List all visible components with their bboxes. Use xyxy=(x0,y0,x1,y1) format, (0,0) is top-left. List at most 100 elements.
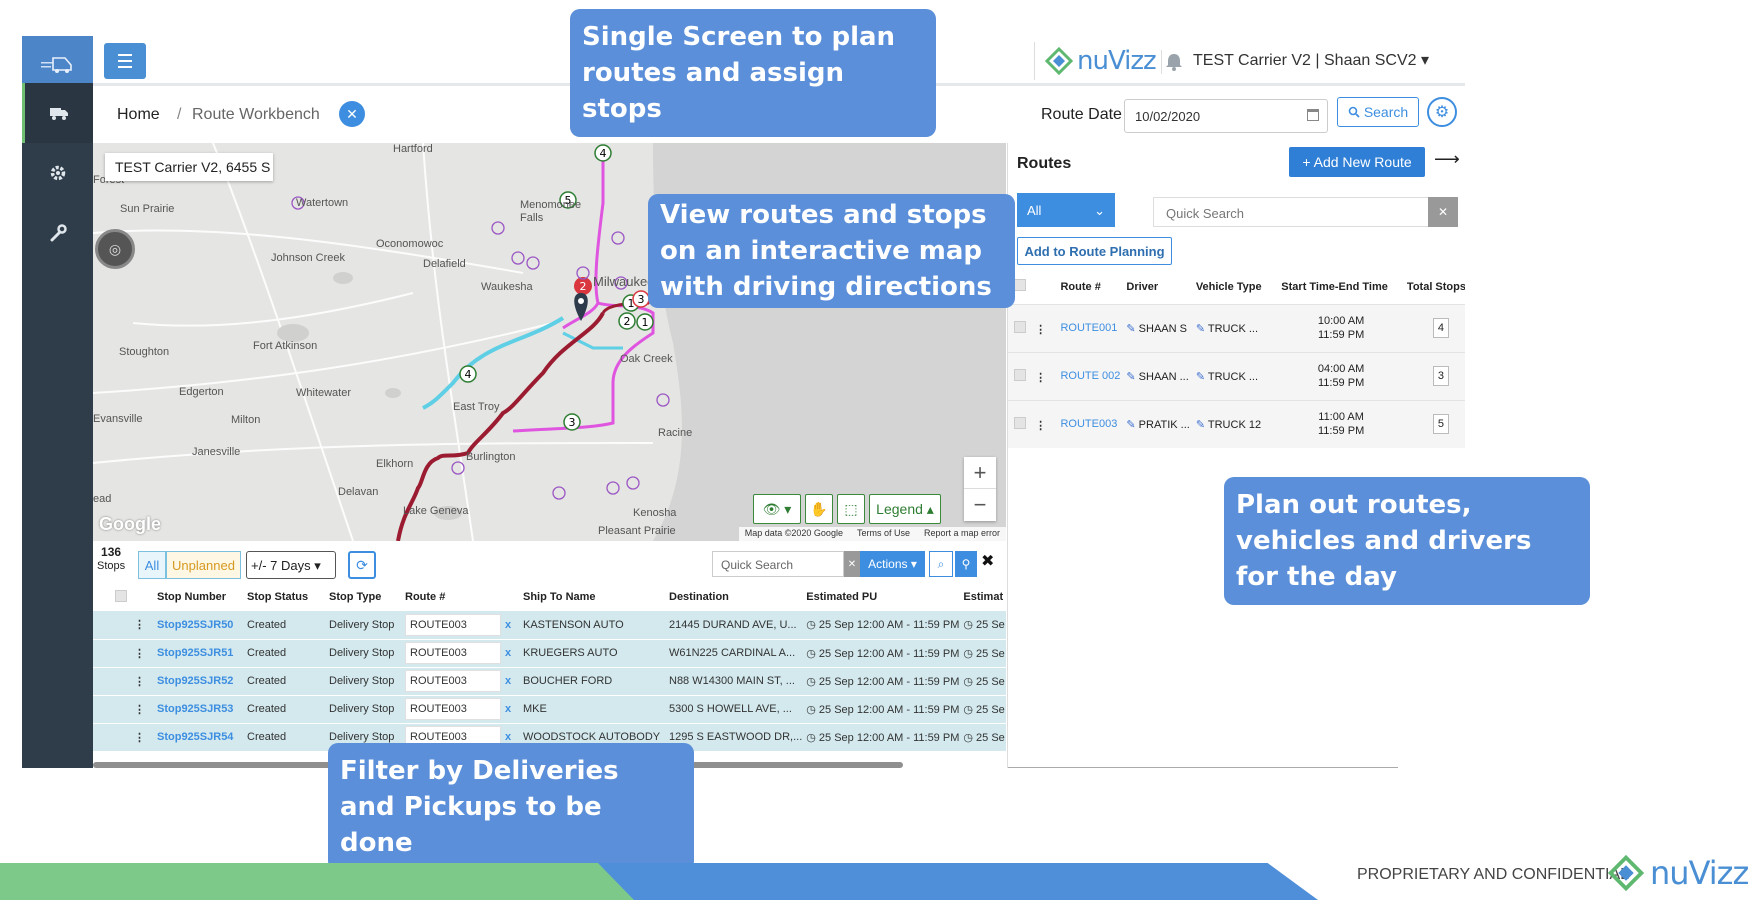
vehicle-cell[interactable]: ✎ TRUCK 12 xyxy=(1189,399,1276,448)
nav-shipments-icon[interactable] xyxy=(22,83,93,143)
row-menu-kebab-icon[interactable]: ⋮ xyxy=(1035,372,1046,384)
route-date-input[interactable]: 10/02/2020 xyxy=(1124,99,1328,133)
stop-number-link[interactable]: Stop925SJR51 xyxy=(153,639,243,668)
expand-icon[interactable]: ✕ xyxy=(339,101,365,127)
row-menu-kebab-icon[interactable]: ⋮ xyxy=(1035,324,1046,336)
map-marker[interactable]: 3 xyxy=(632,290,650,308)
table-row[interactable]: ⋮ Stop925SJR53 Created Delivery Stop ROU… xyxy=(93,695,1006,724)
driver-cell[interactable]: ✎ SHAAN S xyxy=(1120,303,1190,352)
close-icon[interactable]: ✖ xyxy=(981,551,994,571)
routes-scrollbar[interactable] xyxy=(1008,767,1398,768)
driver-cell[interactable]: ✎ PRATIK ... xyxy=(1120,399,1190,448)
refresh-icon[interactable]: ⟳ xyxy=(348,551,376,579)
col-route-number[interactable]: Route # xyxy=(1054,270,1120,304)
table-row[interactable]: ⋮ Stop925SJR52 Created Delivery Stop ROU… xyxy=(93,667,1006,696)
row-menu-kebab-icon[interactable]: ⋮ xyxy=(1035,420,1046,432)
vehicle-cell[interactable]: ✎ TRUCK ... xyxy=(1189,303,1276,352)
row-checkbox[interactable] xyxy=(1014,416,1026,429)
legend-button[interactable]: Legend ▴ xyxy=(869,494,941,524)
map-marker[interactable]: 1 xyxy=(636,313,654,331)
row-menu-kebab-icon[interactable]: ⋮ xyxy=(93,639,153,668)
table-row[interactable]: ⋮ Stop925SJR50 Created Delivery Stop ROU… xyxy=(93,611,1006,640)
nav-tools-wrench-icon[interactable] xyxy=(22,203,93,263)
map-pin-icon[interactable]: ⚲ xyxy=(955,551,977,577)
vehicle-cell[interactable]: ✎ TRUCK ... xyxy=(1189,351,1276,400)
map-marker[interactable]: 2 xyxy=(574,277,592,295)
row-menu-kebab-icon[interactable]: ⋮ xyxy=(93,695,153,724)
filter-unplanned-button[interactable]: Unplanned xyxy=(166,551,241,579)
table-row[interactable]: ⋮ ROUTE001 ✎ SHAAN S ✎ TRUCK ... 10:00 A… xyxy=(1008,303,1465,352)
col-route[interactable]: Route # xyxy=(401,583,519,611)
route-search-clear-icon[interactable]: ✕ xyxy=(1428,197,1458,227)
date-range-select[interactable]: +/- 7 Days ▾ xyxy=(246,551,336,579)
row-select-cell[interactable]: ⋮ xyxy=(1008,303,1055,352)
stop-number-link[interactable]: Stop925SJR54 xyxy=(153,723,243,752)
map-recenter-icon[interactable]: ◎ xyxy=(95,229,135,269)
col-driver[interactable]: Driver xyxy=(1120,270,1189,304)
row-menu-kebab-icon[interactable]: ⋮ xyxy=(93,667,153,696)
filter-all-button[interactable]: All xyxy=(138,551,166,579)
breadcrumb-home[interactable]: Home xyxy=(117,106,160,124)
stop-number-link[interactable]: Stop925SJR52 xyxy=(153,667,243,696)
row-select-cell[interactable]: ⋮ xyxy=(1008,351,1055,400)
map-marker[interactable]: 2 xyxy=(618,312,636,330)
row-checkbox[interactable] xyxy=(1014,368,1026,381)
route-search-input[interactable]: Quick Search xyxy=(1153,197,1457,227)
map-marker[interactable]: 4 xyxy=(594,144,612,162)
route-number-link[interactable]: ROUTE003 xyxy=(1054,399,1121,448)
nav-settings-gear-icon[interactable] xyxy=(22,143,93,203)
table-row[interactable]: ⋮ ROUTE003 ✎ PRATIK ... ✎ TRUCK 12 11:00… xyxy=(1008,399,1465,448)
row-checkbox[interactable] xyxy=(1014,320,1026,333)
stop-number-link[interactable]: Stop925SJR50 xyxy=(153,611,243,640)
pan-hand-icon[interactable]: ✋ xyxy=(805,494,833,524)
route-assign-field[interactable]: ROUTE003 x xyxy=(401,639,519,668)
col-stop-type[interactable]: Stop Type xyxy=(325,583,401,611)
col-ship-to[interactable]: Ship To Name xyxy=(519,583,665,611)
menu-toggle-button[interactable] xyxy=(104,43,146,79)
row-select-cell[interactable]: ⋮ xyxy=(1008,399,1055,448)
col-destination[interactable]: Destination xyxy=(665,583,803,611)
map-report-link[interactable]: Report a map error xyxy=(918,527,1006,541)
col-stop-status[interactable]: Stop Status xyxy=(243,583,325,611)
add-new-route-button[interactable]: + Add New Route xyxy=(1289,147,1425,177)
col-vehicle-type[interactable]: Vehicle Type xyxy=(1190,270,1275,304)
driver-cell[interactable]: ✎ SHAAN ... xyxy=(1120,351,1190,400)
select-all-checkbox[interactable] xyxy=(115,589,127,602)
col-total-stops[interactable]: Total Stops xyxy=(1401,270,1465,304)
route-assign-field[interactable]: ROUTE003 x xyxy=(401,611,519,640)
notification-bell-icon[interactable] xyxy=(1161,50,1185,74)
table-row[interactable]: ⋮ ROUTE 002 ✎ SHAAN ... ✎ TRUCK ... 04:0… xyxy=(1008,351,1465,400)
stop-number-link[interactable]: Stop925SJR53 xyxy=(153,695,243,724)
select-all-cell[interactable] xyxy=(93,583,153,611)
stops-search-clear-icon[interactable]: ✕ xyxy=(844,551,860,577)
stops-search-input[interactable]: Quick Search xyxy=(712,551,844,577)
stops-search-icon[interactable]: ⌕ xyxy=(929,551,953,577)
zoom-in-button[interactable]: + xyxy=(964,457,996,489)
row-menu-kebab-icon[interactable]: ⋮ xyxy=(93,723,153,752)
row-menu-kebab-icon[interactable]: ⋮ xyxy=(93,611,153,640)
route-number-link[interactable]: ROUTE 002 xyxy=(1054,351,1121,400)
account-menu[interactable]: TEST Carrier V2 | Shaan SCV2 ▾ xyxy=(1193,50,1429,70)
table-row[interactable]: ⋮ Stop925SJR51 Created Delivery Stop ROU… xyxy=(93,639,1006,668)
add-to-route-planning-button[interactable]: Add to Route Planning xyxy=(1017,237,1172,265)
page-settings-gear-icon[interactable]: ⚙ xyxy=(1427,97,1457,127)
select-all-checkbox[interactable] xyxy=(1014,279,1026,292)
select-area-icon[interactable]: ⬚ xyxy=(837,494,865,524)
route-assign-field[interactable]: ROUTE003 x xyxy=(401,667,519,696)
route-filter-select[interactable]: All ⌄ xyxy=(1017,193,1115,227)
col-start-end-time[interactable]: Start Time-End Time xyxy=(1275,270,1401,304)
calendar-icon[interactable] xyxy=(1307,109,1319,121)
collapse-arrow-icon[interactable]: ⟶ xyxy=(1434,149,1460,170)
search-button[interactable]: Search xyxy=(1337,97,1419,127)
zoom-out-button[interactable]: − xyxy=(964,489,996,521)
map-terms-link[interactable]: Terms of Use xyxy=(851,527,916,541)
route-assign-field[interactable]: ROUTE003 x xyxy=(401,695,519,724)
map-marker[interactable]: 4 xyxy=(459,365,477,383)
col-stop-number[interactable]: Stop Number xyxy=(153,583,243,611)
map-marker[interactable]: 3 xyxy=(563,413,581,431)
col-estimated-pu[interactable]: Estimated PU xyxy=(802,583,960,611)
visibility-eye-icon[interactable]: 👁 ▾ xyxy=(753,494,801,524)
col-estimated[interactable]: Estimat xyxy=(959,583,1006,611)
route-number-link[interactable]: ROUTE001 xyxy=(1054,303,1121,352)
actions-dropdown-button[interactable]: Actions ▾ xyxy=(860,551,925,577)
